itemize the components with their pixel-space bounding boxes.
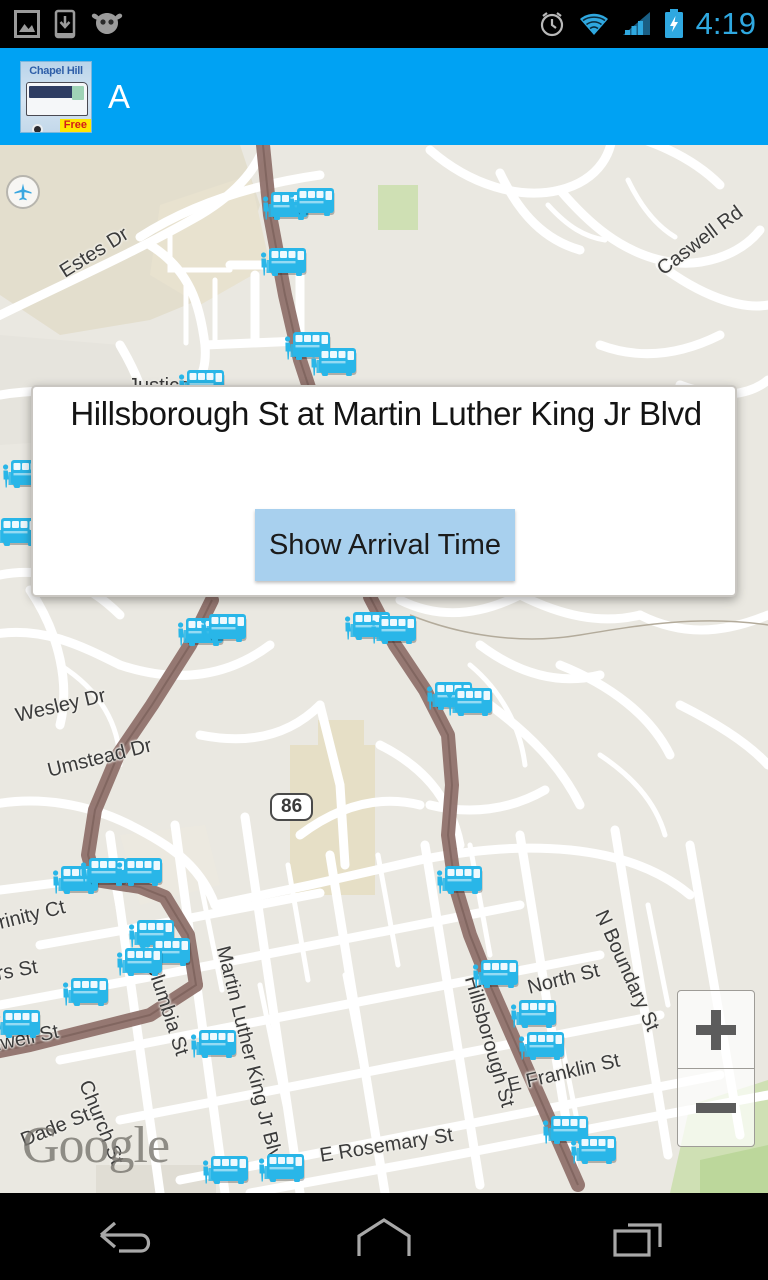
navigation-bar — [0, 1193, 768, 1280]
action-bar: Chapel Hill Free A — [0, 48, 768, 145]
bus-stop-marker[interactable] — [60, 975, 112, 1011]
bus-stop-marker[interactable] — [256, 1151, 308, 1187]
bus-stop-marker[interactable] — [508, 997, 560, 1033]
bus-marker-icon — [371, 616, 417, 644]
bus-marker-icon — [473, 960, 519, 988]
status-bar-clock: 4:19 — [695, 6, 756, 41]
bus-stop-marker[interactable] — [188, 1027, 240, 1063]
home-icon — [357, 1217, 411, 1256]
bus-marker-icon — [117, 858, 163, 886]
battery-charging-icon — [664, 9, 683, 38]
bus-marker-icon — [117, 948, 163, 976]
airport-poi-icon[interactable] — [6, 175, 40, 209]
bus-marker-icon — [191, 1030, 237, 1058]
plus-icon — [696, 1009, 736, 1050]
zoom-out-button[interactable] — [678, 1069, 754, 1146]
wifi-icon — [579, 13, 608, 35]
map-zoom-controls[interactable] — [677, 990, 755, 1147]
bus-stop-marker[interactable] — [0, 1007, 44, 1043]
bus-marker-icon — [289, 188, 335, 216]
google-watermark: Google — [22, 1117, 170, 1174]
bus-stop-marker[interactable] — [368, 613, 420, 649]
action-bar-title: A — [108, 77, 131, 115]
bus-stop-marker[interactable] — [434, 863, 486, 899]
zoom-in-button[interactable] — [678, 991, 754, 1068]
bus-stop-marker[interactable] — [200, 1153, 252, 1189]
cyanogenmod-icon — [91, 13, 123, 34]
bus-wheel-icon — [32, 123, 43, 132]
alarm-icon — [540, 12, 563, 37]
show-arrival-time-button[interactable]: Show Arrival Time — [255, 509, 515, 581]
bus-stop-marker[interactable] — [516, 1029, 568, 1065]
bus-stop-marker[interactable] — [568, 1133, 620, 1169]
dialog-title: Hillsborough St at Martin Luther King Jr… — [70, 395, 702, 432]
back-arrow-icon — [99, 1221, 151, 1253]
map-view[interactable]: Estes DrCaswell RdJusticeWesley DrUmstea… — [0, 145, 768, 1193]
bus-stop-marker[interactable] — [470, 957, 522, 993]
screenshot-icon — [14, 10, 40, 38]
stop-info-dialog: Hillsborough St at Martin Luther King Jr… — [31, 385, 737, 597]
bus-marker-icon — [259, 1154, 305, 1182]
free-badge: Free — [59, 118, 91, 132]
download-icon — [54, 9, 76, 39]
bus-stop-marker[interactable] — [258, 245, 310, 281]
status-bar-right-icons: 4:19 — [538, 0, 756, 48]
recents-button[interactable] — [555, 1193, 725, 1280]
bus-stop-marker[interactable] — [114, 855, 166, 891]
airplane-glyph-icon — [14, 183, 32, 201]
bus-marker-icon — [0, 1010, 41, 1038]
bus-marker-icon — [63, 978, 109, 1006]
bus-marker-icon — [261, 248, 307, 276]
signal-icon — [622, 12, 650, 35]
bus-marker-icon — [447, 688, 493, 716]
highway-shield: 86 — [270, 793, 314, 821]
android-screen: 4:19 Chapel Hill Free A Estes Dr Caswell… — [0, 0, 768, 1280]
bus-marker-icon — [437, 866, 483, 894]
status-bar: 4:19 — [0, 0, 768, 48]
bus-marker-icon — [511, 1000, 557, 1028]
bus-stop-marker[interactable] — [308, 345, 360, 381]
app-icon-title: Chapel Hill — [29, 64, 83, 77]
bus-marker-icon — [311, 348, 357, 376]
bus-marker-icon — [571, 1136, 617, 1164]
minus-icon — [696, 1102, 736, 1113]
app-icon[interactable]: Chapel Hill Free — [20, 60, 92, 133]
map-canvas — [0, 145, 768, 1193]
bus-stop-marker[interactable] — [198, 611, 250, 647]
back-button[interactable] — [43, 1193, 213, 1280]
bus-marker-icon — [203, 1156, 249, 1184]
home-button[interactable] — [299, 1193, 469, 1280]
recents-icon — [613, 1222, 662, 1257]
bus-marker-icon — [201, 614, 247, 642]
bus-stop-marker[interactable] — [286, 185, 338, 221]
bus-illustration-icon — [26, 81, 88, 116]
bus-stop-marker[interactable] — [444, 685, 496, 721]
bus-stop-marker[interactable] — [114, 945, 166, 981]
bus-marker-icon — [519, 1032, 565, 1060]
status-bar-left-icons — [14, 0, 124, 48]
